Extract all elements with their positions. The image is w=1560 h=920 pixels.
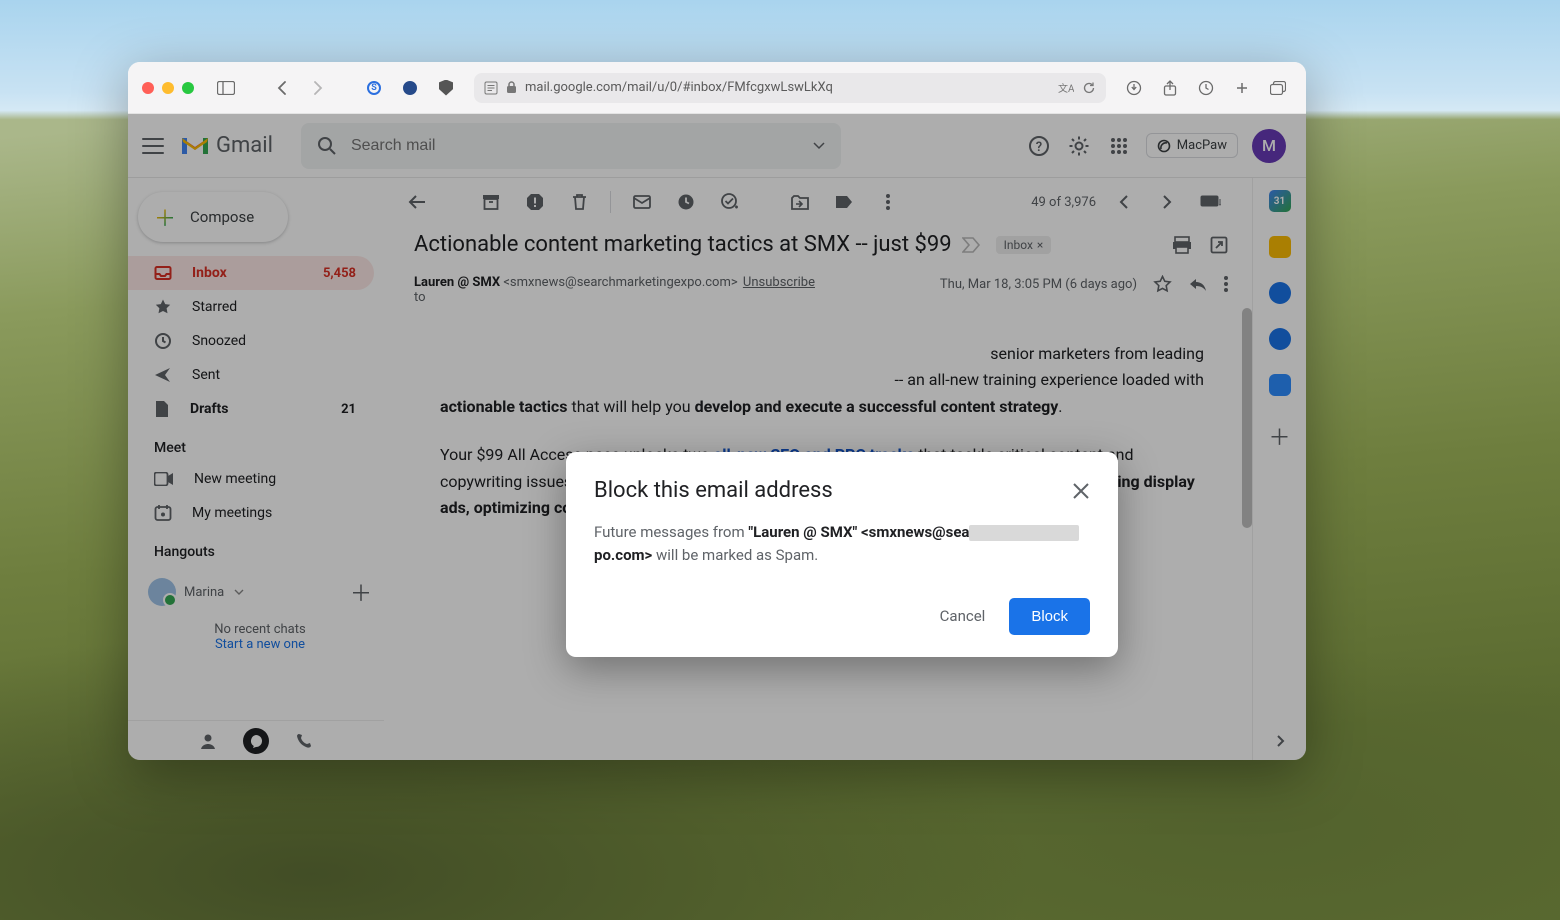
new-tab-icon[interactable] <box>1228 74 1256 102</box>
sidebar-toggle-icon[interactable] <box>212 74 240 102</box>
redacted-segment <box>969 525 1079 541</box>
cancel-button[interactable]: Cancel <box>940 607 986 625</box>
url-text: mail.google.com/mail/u/0/#inbox/FMfcgxwL… <box>525 80 833 95</box>
block-sender-dialog: Block this email address Future messages… <box>566 452 1118 657</box>
dialog-title: Block this email address <box>594 478 833 503</box>
extension-1password-icon[interactable] <box>396 74 424 102</box>
dialog-body: Future messages from "Lauren @ SMX" <smx… <box>594 521 1090 568</box>
modal-backdrop[interactable] <box>128 114 1306 760</box>
window-titlebar: S mail.google.com/mail/u/0/#inbox/FMfcgx… <box>128 62 1306 114</box>
svg-text:文A: 文A <box>1058 82 1074 94</box>
address-bar[interactable]: mail.google.com/mail/u/0/#inbox/FMfcgxwL… <box>474 73 1106 103</box>
back-button[interactable] <box>268 74 296 102</box>
translate-icon[interactable]: 文A <box>1058 82 1074 94</box>
close-window-button[interactable] <box>142 82 154 94</box>
fullscreen-window-button[interactable] <box>182 82 194 94</box>
minimize-window-button[interactable] <box>162 82 174 94</box>
tabs-icon[interactable] <box>1264 74 1292 102</box>
window-controls <box>142 82 194 94</box>
reader-icon <box>484 81 498 95</box>
share-icon[interactable] <box>1156 74 1184 102</box>
reload-icon[interactable] <box>1082 81 1096 95</box>
lock-icon <box>506 81 517 94</box>
history-icon[interactable] <box>1192 74 1220 102</box>
block-button[interactable]: Block <box>1009 598 1090 635</box>
extension-s-icon[interactable]: S <box>360 74 388 102</box>
safari-window: S mail.google.com/mail/u/0/#inbox/FMfcgx… <box>128 62 1306 760</box>
dialog-close-icon[interactable] <box>1072 482 1090 500</box>
gmail-app: Gmail ? MacPaw M ＋ <box>128 114 1306 760</box>
extension-shield-icon[interactable] <box>432 74 460 102</box>
downloads-icon[interactable] <box>1120 74 1148 102</box>
forward-button[interactable] <box>304 74 332 102</box>
